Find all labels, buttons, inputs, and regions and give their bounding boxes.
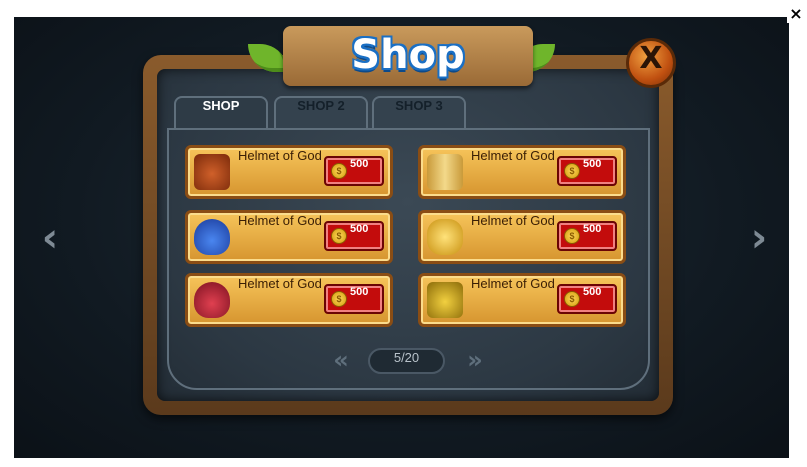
shop-item[interactable]: Helmet of God $ 500 xyxy=(185,273,393,327)
shop-item[interactable]: Helmet of God $ 500 xyxy=(418,210,626,264)
item-name: Helmet of God xyxy=(238,276,322,291)
buy-button[interactable]: $ 500 xyxy=(557,284,617,314)
item-price: 500 xyxy=(350,223,369,235)
prev-page-arrow-icon[interactable]: ‹ xyxy=(30,218,70,260)
tab-shop-2[interactable]: SHOP 2 xyxy=(274,96,368,128)
shop-item[interactable]: Helmet of God $ 500 xyxy=(418,273,626,327)
coin-icon: $ xyxy=(331,228,347,244)
buy-button[interactable]: $ 500 xyxy=(324,156,384,186)
shop-item[interactable]: Helmet of God $ 500 xyxy=(185,210,393,264)
next-page-arrow-icon[interactable]: › xyxy=(739,218,779,260)
coin-icon: $ xyxy=(331,163,347,179)
helmet-red-icon xyxy=(194,154,230,190)
shop-item[interactable]: Helmet of God $ 500 xyxy=(418,145,626,199)
buy-button[interactable]: $ 500 xyxy=(557,156,617,186)
item-price: 500 xyxy=(583,286,602,298)
item-name: Helmet of God xyxy=(471,213,555,228)
item-price: 500 xyxy=(350,286,369,298)
blue-potion-icon xyxy=(194,219,230,255)
shop-title: Shop xyxy=(351,32,465,78)
window-close-icon[interactable]: × xyxy=(787,5,805,23)
item-name: Helmet of God xyxy=(471,276,555,291)
buy-button[interactable]: $ 500 xyxy=(557,221,617,251)
helmet-gold-icon xyxy=(427,282,463,318)
page-indicator: 5/20 xyxy=(368,348,445,374)
tab-shop-3[interactable]: SHOP 3 xyxy=(372,96,466,128)
item-name: Helmet of God xyxy=(471,148,555,163)
buy-button[interactable]: $ 500 xyxy=(324,221,384,251)
item-price: 500 xyxy=(583,223,602,235)
close-shop-button[interactable]: X xyxy=(626,38,676,88)
item-name: Helmet of God xyxy=(238,213,322,228)
buy-button[interactable]: $ 500 xyxy=(324,284,384,314)
pager-prev-icon[interactable]: « xyxy=(328,345,354,375)
scroll-icon xyxy=(427,154,463,190)
item-price: 500 xyxy=(350,158,369,170)
pager-next-icon[interactable]: » xyxy=(462,345,488,375)
item-price: 500 xyxy=(583,158,602,170)
coin-icon: $ xyxy=(564,163,580,179)
coin-icon: $ xyxy=(331,291,347,307)
coin-icon: $ xyxy=(564,291,580,307)
gold-ingots-icon xyxy=(427,219,463,255)
red-potion-icon xyxy=(194,282,230,318)
shop-item[interactable]: Helmet of God $ 500 xyxy=(185,145,393,199)
item-name: Helmet of God xyxy=(238,148,322,163)
coin-icon: $ xyxy=(564,228,580,244)
tab-shop[interactable]: SHOP xyxy=(174,96,268,130)
